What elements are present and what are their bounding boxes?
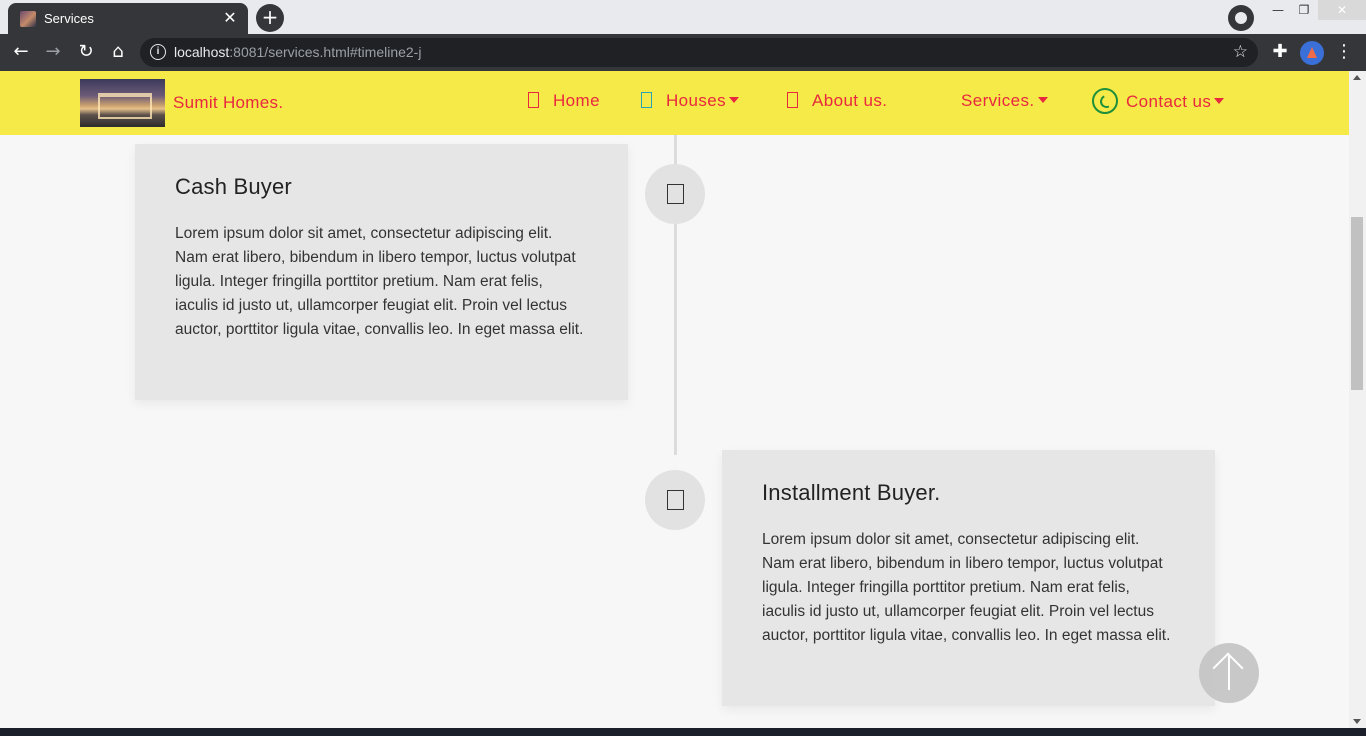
scroll-down-icon[interactable]: [1353, 719, 1361, 724]
page-scrollbar[interactable]: [1349, 71, 1366, 728]
url-host: localhost: [174, 44, 230, 60]
tab-search-icon[interactable]: [1228, 5, 1254, 31]
page-viewport: Sumit Homes. Home Houses About us. Servi…: [0, 71, 1349, 728]
card-text: Lorem ipsum dolor sit amet, consectetur …: [762, 531, 1171, 644]
back-to-top-button[interactable]: [1199, 643, 1259, 703]
arrow-left-icon: ←: [13, 41, 29, 62]
home-icon: ⌂: [112, 41, 124, 62]
nav-home[interactable]: Home: [528, 91, 600, 115]
nav-contact-label: Contact us: [1126, 92, 1212, 111]
site-navbar: Sumit Homes. Home Houses About us. Servi…: [0, 71, 1349, 135]
new-tab-button[interactable]: +: [256, 4, 284, 32]
browser-tabstrip: Services ✕ + — ❐ ✕: [0, 0, 1366, 34]
browser-tab[interactable]: Services ✕: [8, 3, 248, 34]
chevron-down-icon: [1214, 98, 1225, 104]
chevron-down-icon: [1037, 97, 1048, 103]
profile-avatar[interactable]: [1300, 41, 1324, 65]
os-taskbar: [0, 728, 1366, 736]
home-glyph-icon: [528, 92, 539, 108]
whatsapp-icon: [1092, 88, 1118, 114]
info-icon[interactable]: i: [150, 44, 166, 60]
nav-services-label: Services.: [961, 91, 1035, 110]
tab-title: Services: [44, 11, 94, 26]
brand-logo-image[interactable]: [80, 79, 165, 127]
url-text[interactable]: localhost:8081/services.html#timeline2-j: [174, 44, 421, 60]
card-title: Cash Buyer: [175, 174, 292, 199]
nav-about-label: About us.: [812, 91, 888, 110]
kebab-menu-icon: ⋮: [1335, 41, 1353, 62]
timeline-card-installment-buyer: Installment Buyer. Lorem ipsum dolor sit…: [722, 450, 1215, 706]
nav-contact[interactable]: Contact us: [1092, 88, 1225, 114]
chevron-down-icon: [729, 97, 740, 103]
timeline-marker: [645, 470, 705, 530]
nav-home-label: Home: [553, 91, 600, 110]
close-tab-icon[interactable]: ✕: [220, 8, 240, 28]
arrow-right-icon: →: [45, 41, 61, 62]
star-icon[interactable]: ☆: [1233, 42, 1248, 62]
puzzle-icon: ✚: [1272, 41, 1288, 62]
site-favicon-icon: [20, 11, 36, 27]
back-button[interactable]: ←: [9, 41, 33, 65]
brand-name[interactable]: Sumit Homes.: [173, 93, 283, 113]
close-window-button[interactable]: ✕: [1318, 0, 1366, 20]
scroll-up-icon[interactable]: [1353, 75, 1361, 80]
url-path: :8081/services.html#timeline2-j: [229, 44, 422, 60]
nav-houses-label: Houses: [666, 91, 727, 110]
timeline-marker-icon: [667, 490, 684, 510]
nav-services[interactable]: Services.: [961, 91, 1048, 115]
card-title: Installment Buyer.: [762, 480, 941, 505]
timeline-marker-icon: [667, 184, 684, 204]
address-bar[interactable]: i localhost:8081/services.html#timeline2…: [140, 38, 1258, 67]
nav-about[interactable]: About us.: [787, 91, 887, 115]
extensions-button[interactable]: ✚: [1268, 41, 1292, 65]
scrollbar-thumb[interactable]: [1351, 217, 1363, 390]
timeline-marker: [645, 164, 705, 224]
browser-toolbar: ← → ↻ ⌂ i localhost:8081/services.html#t…: [0, 34, 1366, 71]
reload-button[interactable]: ↻: [74, 41, 98, 65]
reload-icon: ↻: [78, 41, 94, 62]
card-text: Lorem ipsum dolor sit amet, consectetur …: [175, 225, 584, 338]
home-button[interactable]: ⌂: [106, 41, 130, 65]
browser-menu-button[interactable]: ⋮: [1332, 41, 1356, 65]
timeline-card-cash-buyer: Cash Buyer Lorem ipsum dolor sit amet, c…: [135, 144, 628, 400]
nav-houses[interactable]: Houses: [641, 91, 740, 115]
forward-button[interactable]: →: [41, 41, 65, 65]
houses-glyph-icon: [641, 92, 652, 108]
about-glyph-icon: [787, 92, 798, 108]
